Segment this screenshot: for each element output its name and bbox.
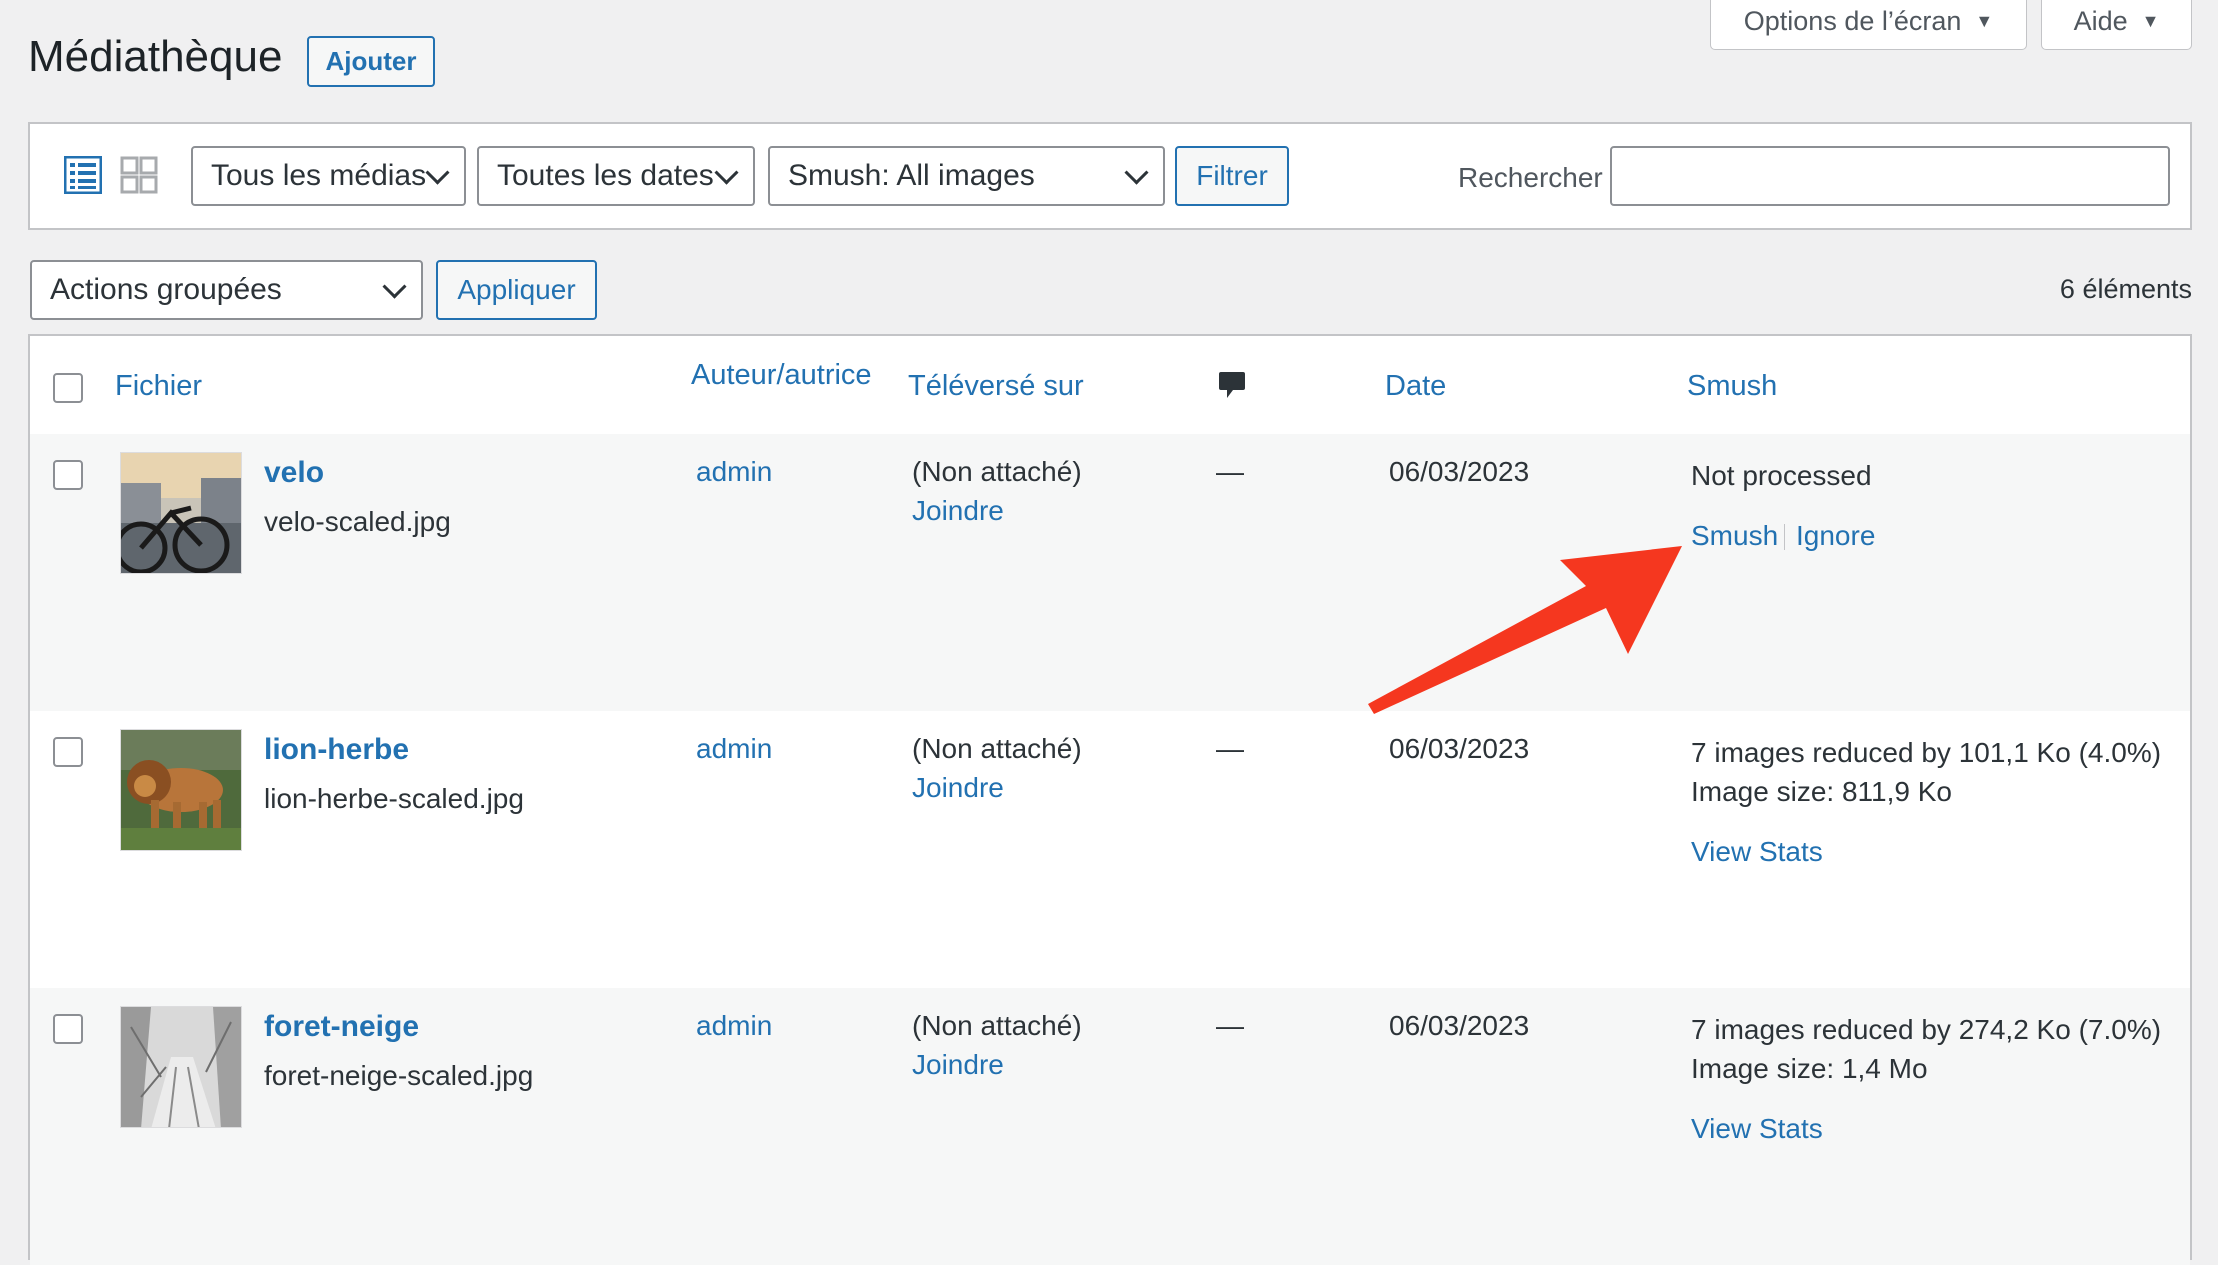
column-uploaded-to[interactable]: Téléversé sur (908, 370, 1084, 403)
chevron-down-icon (382, 274, 407, 299)
uploaded-to-text: (Non attaché) (912, 456, 1082, 487)
caret-down-icon: ▼ (2141, 11, 2160, 31)
date-select[interactable]: Toutes les dates (477, 146, 755, 206)
page-title: Médiathèque (28, 32, 283, 81)
grid-view-icon[interactable] (120, 156, 158, 194)
action-separator (1784, 524, 1785, 550)
attach-link[interactable]: Joindre (912, 772, 1004, 804)
screen-options-tab[interactable]: Options de l’écran ▼ (1710, 0, 2027, 50)
filter-button[interactable]: Filtrer (1175, 146, 1289, 206)
file-title-link[interactable]: velo (264, 456, 324, 490)
add-new-button[interactable]: Ajouter (307, 36, 435, 87)
search-label: Rechercher (1458, 162, 1603, 193)
row-checkbox[interactable] (53, 460, 83, 490)
smush-image-size: Image size: 1,4 Mo (1691, 1053, 1928, 1084)
row-checkbox[interactable] (53, 1014, 83, 1044)
uploaded-to-text: (Non attaché) (912, 1010, 1082, 1041)
author-link[interactable]: admin (696, 733, 772, 765)
upload-date: 06/03/2023 (1389, 733, 1530, 764)
comment-bubble-icon[interactable] (1218, 370, 1246, 402)
file-name: foret-neige-scaled.jpg (264, 1060, 534, 1091)
comment-count: — (1216, 456, 1244, 487)
column-date[interactable]: Date (1385, 370, 1446, 403)
smush-image-size: Image size: 811,9 Ko (1691, 776, 1952, 807)
thumbnail-foret-neige[interactable] (120, 1006, 242, 1128)
media-table: Fichier Auteur/autrice Téléversé sur Dat… (28, 334, 2192, 1265)
attach-link[interactable]: Joindre (912, 495, 1004, 527)
comment-count: — (1216, 733, 1244, 764)
bulk-actions-value: Actions groupées (50, 273, 282, 306)
column-author: Auteur/autrice (691, 359, 872, 391)
upload-date: 06/03/2023 (1389, 456, 1530, 487)
file-title-link[interactable]: lion-herbe (264, 733, 409, 767)
chevron-down-icon (425, 160, 450, 185)
media-type-value: Tous les médias (211, 159, 427, 192)
list-view-icon[interactable] (64, 156, 102, 194)
table-row: lion-herbe lion-herbe-scaled.jpg admin (… (30, 711, 2190, 988)
thumbnail-velo[interactable] (120, 452, 242, 574)
media-type-select[interactable]: Tous les médias (191, 146, 466, 206)
caret-down-icon: ▼ (1975, 11, 1994, 31)
comment-count: — (1216, 1010, 1244, 1041)
date-value: Toutes les dates (497, 159, 714, 192)
annotation-arrow-icon (1368, 546, 1682, 714)
column-smush: Smush (1687, 370, 1778, 402)
file-name: velo-scaled.jpg (264, 506, 451, 537)
smush-status: Not processed (1691, 460, 1872, 491)
chevron-down-icon (1124, 160, 1149, 185)
table-row: foret-neige foret-neige-scaled.jpg admin… (30, 988, 2190, 1265)
smush-reduced-text: 7 images reduced by 274,2 Ko (7.0%) (1691, 1014, 2162, 1045)
items-count: 6 éléments (2059, 274, 2192, 304)
view-stats-link[interactable]: View Stats (1691, 836, 1823, 868)
help-tab[interactable]: Aide ▼ (2041, 0, 2192, 50)
table-row: velo velo-scaled.jpg admin (Non attaché)… (30, 434, 2190, 711)
apply-button[interactable]: Appliquer (436, 260, 597, 320)
search-input[interactable] (1610, 146, 2170, 206)
bulk-actions-select[interactable]: Actions groupées (30, 260, 423, 320)
table-header: Fichier Auteur/autrice Téléversé sur Dat… (30, 336, 2190, 436)
smush-reduced-text: 7 images reduced by 101,1 Ko (4.0%) (1691, 737, 2162, 768)
screen-options-label: Options de l’écran (1743, 6, 1962, 36)
upload-date: 06/03/2023 (1389, 1010, 1530, 1041)
author-link[interactable]: admin (696, 456, 772, 488)
uploaded-to-text: (Non attaché) (912, 733, 1082, 764)
smush-action-link[interactable]: Smush (1691, 520, 1778, 552)
view-stats-link[interactable]: View Stats (1691, 1113, 1823, 1145)
author-link[interactable]: admin (696, 1010, 772, 1042)
thumbnail-lion-herbe[interactable] (120, 729, 242, 851)
chevron-down-icon (714, 160, 739, 185)
smush-filter-select[interactable]: Smush: All images (768, 146, 1165, 206)
row-checkbox[interactable] (53, 737, 83, 767)
smush-filter-value: Smush: All images (788, 159, 1035, 192)
column-file[interactable]: Fichier (115, 370, 202, 403)
file-title-link[interactable]: foret-neige (264, 1010, 419, 1044)
ignore-action-link[interactable]: Ignore (1796, 520, 1875, 552)
file-name: lion-herbe-scaled.jpg (264, 783, 524, 814)
help-label: Aide (2073, 6, 2128, 36)
select-all-checkbox[interactable] (53, 373, 83, 403)
attach-link[interactable]: Joindre (912, 1049, 1004, 1081)
